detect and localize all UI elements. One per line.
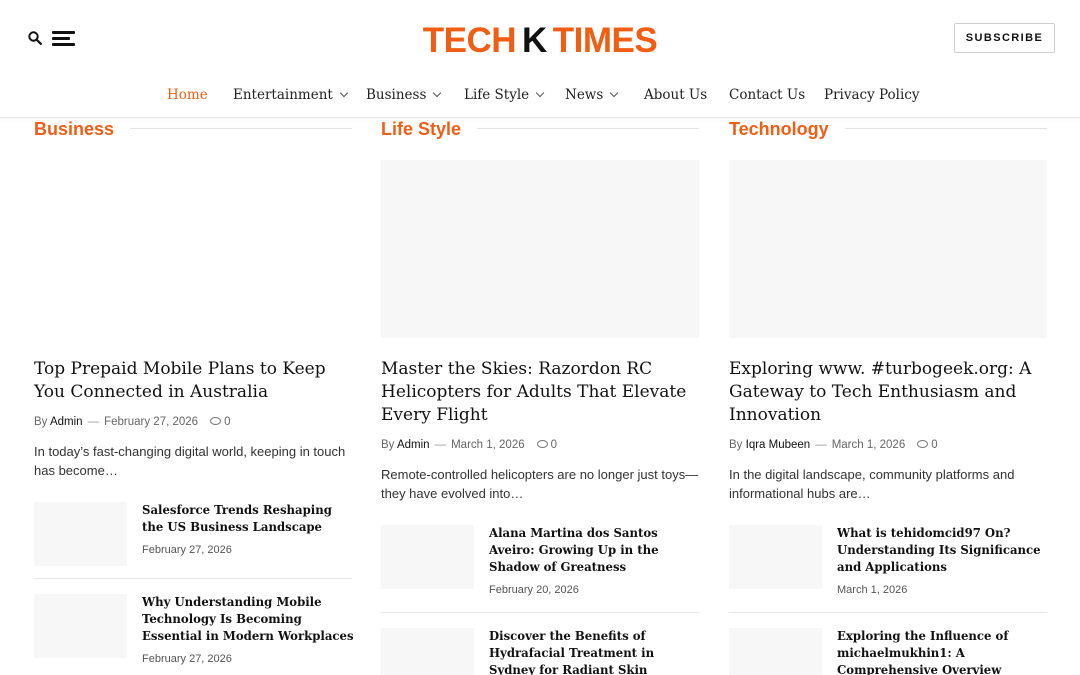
post-meta: By Admin — February 27, 2026 0 [34,416,231,428]
list-item-date: February 27, 2026 [142,653,232,665]
nav-item-news[interactable]: News [565,84,619,106]
post-excerpt: In today’s fast-changing digital world, … [34,444,346,478]
section-title[interactable]: Life Style [381,118,478,140]
nav-label: Home [167,87,208,103]
list-item[interactable]: Why Understanding Mobile Technology Is B… [34,594,354,665]
nav-label: About Us [644,87,708,103]
logo-text-times: TIMES [552,21,658,60]
site-logo[interactable]: TECH K TIMES [410,20,670,62]
nav-label: Life Style [464,87,530,103]
featured-image[interactable] [34,160,352,338]
comment-icon [210,417,222,425]
list-divider [381,612,699,613]
list-item-thumbnail[interactable] [729,628,822,675]
nav-label: Privacy Policy [824,87,920,103]
list-item-thumbnail[interactable] [381,628,474,675]
post-date: February 27, 2026 [104,416,199,428]
section-title[interactable]: Business [34,118,131,140]
nav-label: Contact Us [729,87,806,103]
main-nav: Home Entertainment Business Life Style N… [0,84,1080,106]
featured-image[interactable] [381,160,699,338]
comment-count-value: 0 [224,416,231,428]
list-item[interactable]: Alana Martina dos Santos Aveiro: Growing… [381,525,701,596]
list-item-thumbnail[interactable] [729,525,822,589]
featured-image[interactable] [729,160,1047,338]
list-item[interactable]: What is tehidomcid97 On? Understanding I… [729,525,1049,596]
list-item-thumbnail[interactable] [381,525,474,589]
nav-item-entertainment[interactable]: Entertainment [233,84,349,106]
nav-item-home[interactable]: Home [167,84,208,106]
author-link[interactable]: Admin [50,416,83,428]
list-item[interactable]: Salesforce Trends Reshaping the US Busin… [34,502,352,568]
section-title[interactable]: Technology [729,118,845,140]
list-item-date: February 20, 2026 [489,584,579,596]
author-link[interactable]: Admin [397,439,430,451]
list-item[interactable]: Exploring the Influence of michaelmukhin… [729,628,1047,675]
list-item-date: March 1, 2026 [837,584,908,596]
list-item-title[interactable]: Why Understanding Mobile Technology Is B… [142,594,354,645]
nav-item-privacy-policy[interactable]: Privacy Policy [824,84,920,106]
list-item[interactable]: Discover the Benefits of Hydrafacial Tre… [381,628,699,675]
section-header: Business [34,118,352,140]
comment-count-value: 0 [550,439,558,451]
featured-post-title[interactable]: Master the Skies: Razordon RC Helicopter… [381,358,699,427]
logo-text-k: K [522,21,547,60]
meta-by: By [729,439,743,451]
chevron-down-icon [535,88,545,98]
post-meta: By Admin — March 1, 2026 0 [381,439,558,451]
list-item-title[interactable]: Alana Martina dos Santos Aveiro: Growing… [489,525,701,576]
list-item-title[interactable]: Salesforce Trends Reshaping the US Busin… [142,502,354,536]
list-item-title[interactable]: Exploring the Influence of michaelmukhin… [837,628,1049,675]
meta-by: By [381,439,395,451]
hamburger-menu-icon[interactable] [52,31,75,46]
list-divider [729,612,1047,613]
comment-icon [536,440,548,448]
list-item-date: February 27, 2026 [142,544,232,556]
list-item-thumbnail[interactable] [34,594,127,658]
comment-icon [917,440,929,448]
post-date: March 1, 2026 [451,439,525,451]
list-divider [34,578,352,579]
post-date: March 1, 2026 [831,439,906,451]
list-item-title[interactable]: Discover the Benefits of Hydrafacial Tre… [489,628,701,675]
nav-item-contact-us[interactable]: Contact Us [729,84,805,106]
featured-post-title[interactable]: Top Prepaid Mobile Plans to Keep You Con… [34,358,352,404]
search-icon[interactable] [28,31,42,45]
comment-count-value: 0 [931,439,938,451]
comment-count[interactable]: 0 [210,416,230,428]
post-excerpt: Remote-controlled helicopters are no lon… [381,467,699,501]
logo-text-tech: TECH [422,21,517,60]
list-item-thumbnail[interactable] [34,502,127,566]
chevron-down-icon [433,88,442,98]
site-header: TECH K TIMES SUBSCRIBE Home Entertainment … [0,0,1080,118]
author-link[interactable]: Iqra Mubeen [746,439,811,451]
post-excerpt: In the digital landscape, community plat… [729,467,1015,501]
section-header: Life Style [381,118,699,140]
nav-label: News [565,87,604,103]
featured-post-title[interactable]: Exploring www. #turbogeek.org: A Gateway… [729,358,1047,427]
meta-by: By [34,416,48,428]
chevron-down-icon [339,88,349,98]
subscribe-button[interactable]: SUBSCRIBE [954,23,1055,53]
comment-count[interactable]: 0 [917,439,938,451]
chevron-down-icon [610,88,619,98]
post-meta: By Iqra Mubeen — March 1, 2026 0 [729,439,938,451]
nav-item-life-style[interactable]: Life Style [464,84,545,106]
nav-item-business[interactable]: Business [366,84,442,106]
nav-label: Business [366,87,427,103]
nav-item-about-us[interactable]: About Us [644,84,707,106]
list-item-title[interactable]: What is tehidomcid97 On? Understanding I… [837,525,1049,576]
section-header: Technology [729,118,1047,140]
nav-label: Entertainment [233,87,333,103]
comment-count[interactable]: 0 [536,439,558,451]
